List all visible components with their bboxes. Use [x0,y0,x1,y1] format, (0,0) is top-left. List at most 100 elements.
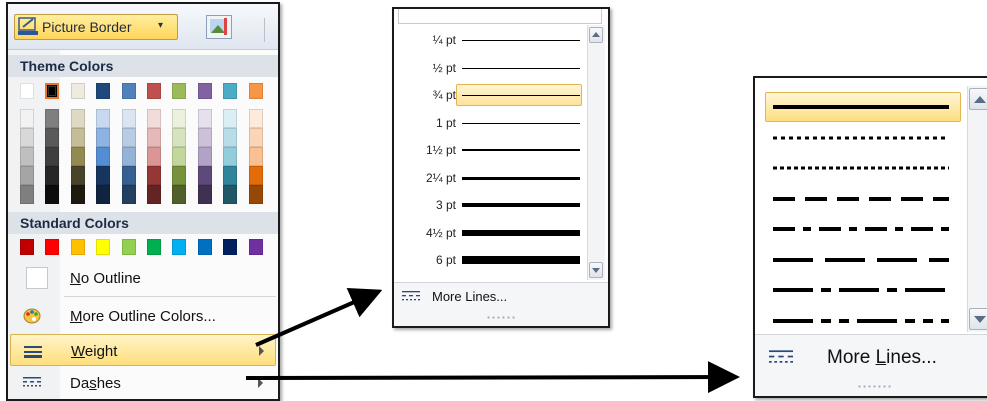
dashes-scrollbar[interactable] [967,86,987,332]
theme-color-swatch[interactable] [121,83,136,99]
theme-shade-swatch[interactable] [45,109,60,128]
theme-shade-swatch[interactable] [248,166,263,185]
theme-shade-swatch[interactable] [96,109,111,128]
theme-shade-swatch[interactable] [147,166,161,185]
theme-color-swatch[interactable] [96,83,111,99]
weight-option[interactable]: 1½ pt [394,139,584,161]
dash-option[interactable] [765,306,955,336]
more-outline-colors-item[interactable]: More Outline Colors... [10,300,276,332]
theme-shade-swatch[interactable] [96,147,111,166]
weight-option[interactable]: ¼ pt [394,29,584,51]
theme-shade-swatch[interactable] [45,128,60,147]
theme-shade-swatch[interactable] [223,166,238,185]
theme-shade-swatch[interactable] [147,109,161,128]
theme-color-swatch[interactable] [70,83,85,99]
theme-shade-swatch[interactable] [121,109,136,128]
theme-color-swatch[interactable] [20,83,34,99]
theme-shade-swatch[interactable] [96,185,111,204]
theme-shade-swatch[interactable] [70,166,85,185]
standard-color-swatch[interactable] [96,239,111,255]
standard-color-swatch[interactable] [70,239,85,255]
theme-shade-swatch[interactable] [20,128,34,147]
theme-shade-swatch[interactable] [197,185,212,204]
dash-option[interactable] [765,92,961,122]
theme-color-swatch[interactable] [172,83,187,99]
theme-shade-swatch[interactable] [96,128,111,147]
dash-option[interactable] [765,184,955,214]
weight-option[interactable]: ¾ pt [394,84,584,106]
picture-layout-icon[interactable] [206,15,232,39]
theme-shade-swatch[interactable] [20,147,34,166]
theme-shade-swatch[interactable] [20,185,34,204]
weight-option[interactable]: ½ pt [394,57,584,79]
theme-shade-swatch[interactable] [70,147,85,166]
theme-shade-swatch[interactable] [147,147,161,166]
scroll-up-button[interactable] [589,27,603,43]
dash-option[interactable] [765,214,955,244]
no-outline-item[interactable]: No Outline [10,262,276,294]
theme-shade-swatch[interactable] [121,166,136,185]
theme-shade-swatch[interactable] [172,185,187,204]
weight-option[interactable]: 6 pt [394,249,584,271]
weight-option[interactable]: 3 pt [394,194,584,216]
theme-shade-swatch[interactable] [70,128,85,147]
standard-color-swatch[interactable] [45,239,60,255]
dash-option[interactable] [765,245,955,275]
theme-shade-swatch[interactable] [121,147,136,166]
theme-shade-swatch[interactable] [20,166,34,185]
theme-shade-swatch[interactable] [121,185,136,204]
more-lines-item[interactable]: More Lines... [755,335,985,379]
theme-shade-swatch[interactable] [70,109,85,128]
theme-shade-swatch[interactable] [248,185,263,204]
theme-shade-swatch[interactable] [147,185,161,204]
theme-shade-swatch[interactable] [223,128,238,147]
theme-shade-swatch[interactable] [20,109,34,128]
theme-shade-swatch[interactable] [96,166,111,185]
weight-option[interactable]: 4½ pt [394,222,584,244]
theme-shade-swatch[interactable] [172,128,187,147]
theme-shade-swatch[interactable] [223,185,238,204]
theme-color-swatch[interactable] [248,83,263,99]
weight-option[interactable]: 2¼ pt [394,167,584,189]
theme-shade-swatch[interactable] [147,128,161,147]
theme-shade-swatch[interactable] [248,128,263,147]
theme-shade-swatch[interactable] [121,128,136,147]
standard-color-swatch[interactable] [172,239,187,255]
theme-shade-swatch[interactable] [197,128,212,147]
theme-color-swatch[interactable] [197,83,212,99]
theme-shade-swatch[interactable] [197,166,212,185]
theme-shade-swatch[interactable] [223,109,238,128]
weight-item[interactable]: Weight [10,334,276,366]
standard-color-swatch[interactable] [20,239,34,255]
weight-scrollbar[interactable] [587,25,605,280]
theme-shade-swatch[interactable] [197,147,212,166]
scroll-up-button[interactable] [969,88,987,110]
theme-color-swatch[interactable] [223,83,238,99]
standard-color-swatch[interactable] [147,239,161,255]
theme-shade-swatch[interactable] [197,109,212,128]
resize-grip-icon[interactable] [857,385,893,388]
theme-shade-swatch[interactable] [248,147,263,166]
theme-shade-swatch[interactable] [45,185,60,204]
theme-shade-swatch[interactable] [172,109,187,128]
standard-color-swatch[interactable] [248,239,263,255]
standard-color-swatch[interactable] [121,239,136,255]
dashes-item[interactable]: Dashes [10,367,276,399]
dash-option[interactable] [765,153,955,183]
standard-color-swatch[interactable] [197,239,212,255]
picture-border-button[interactable]: Picture Border ▾ [14,14,178,40]
dash-option[interactable] [765,123,955,153]
resize-grip-icon[interactable] [486,316,516,319]
theme-shade-swatch[interactable] [70,185,85,204]
theme-shade-swatch[interactable] [45,166,60,185]
dash-option[interactable] [765,275,955,305]
theme-shade-swatch[interactable] [248,109,263,128]
scroll-down-button[interactable] [969,308,987,330]
more-lines-item[interactable]: More Lines... [394,283,596,309]
theme-color-swatch[interactable] [147,83,161,99]
weight-option[interactable]: 1 pt [394,112,584,134]
theme-shade-swatch[interactable] [223,147,238,166]
theme-shade-swatch[interactable] [45,147,60,166]
theme-color-swatch[interactable] [45,83,60,99]
theme-shade-swatch[interactable] [172,166,187,185]
